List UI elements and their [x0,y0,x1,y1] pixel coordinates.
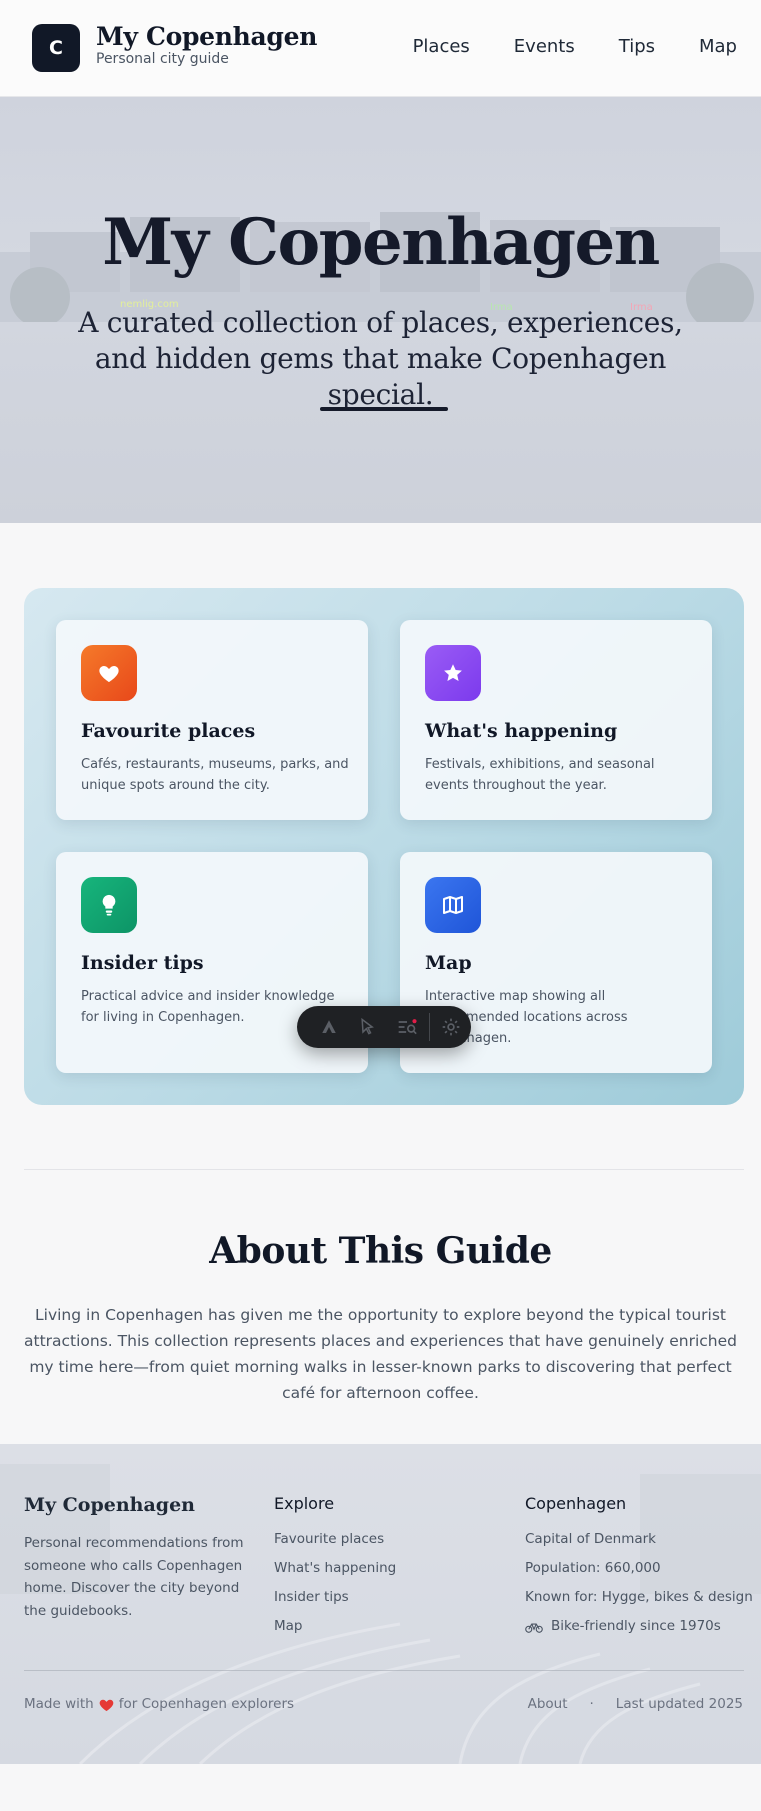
site-title[interactable]: My Copenhagen [96,22,317,51]
site-header: C My Copenhagen Personal city guide Plac… [0,0,761,97]
footer-about-link[interactable]: About [528,1696,568,1712]
nav-places[interactable]: Places [413,36,470,57]
nav-events[interactable]: Events [514,36,575,57]
footer-description: Personal recommendations from someone wh… [24,1535,244,1619]
footer-brand: My Copenhagen [24,1494,195,1516]
map-icon [425,877,481,933]
heart-icon [81,645,137,701]
footer-link-whats-happening[interactable]: What's happening [274,1554,396,1583]
feature-card-whats-happening[interactable]: What's happening Festivals, exhibitions,… [400,620,712,820]
footer-divider [24,1670,744,1671]
made-with-suffix: for Copenhagen explorers [118,1696,295,1712]
footer-city-heading: Copenhagen [525,1494,627,1513]
section-divider [24,1169,744,1170]
footer-link-map[interactable]: Map [274,1612,396,1641]
footer-explore-column: Explore Favourite places What's happenin… [274,1494,396,1641]
star-icon [425,645,481,701]
site-footer: My Copenhagen Personal recommendations f… [0,1444,761,1764]
floating-toolbar [297,1006,471,1048]
about-text: Living in Copenhagen has given me the op… [24,1306,737,1402]
list-search-icon[interactable] [388,1011,427,1043]
feature-title: Insider tips [81,952,204,974]
feature-description: Cafés, restaurants, museums, parks, and … [81,757,349,793]
footer-city-fact: Known for: Hygge, bikes & design [525,1589,753,1605]
logo-icon[interactable] [309,1011,348,1043]
site-subtitle: Personal city guide [96,51,229,67]
logo-badge[interactable]: C [32,24,80,72]
lightbulb-icon [81,877,137,933]
cursor-select-icon[interactable] [348,1011,387,1043]
feature-title: What's happening [425,720,618,742]
hero-divider [320,407,448,411]
footer-brand-column: My Copenhagen Personal recommendations f… [24,1494,244,1622]
feature-title: Map [425,952,472,974]
footer-city-column: Copenhagen Capital of Denmark Population… [525,1494,753,1641]
footer-meta: About · Last updated 2025 [528,1696,743,1712]
footer-made-with: Made with for Copenhagen explorers [24,1696,294,1712]
hero-subtitle: A curated collection of places, experien… [78,306,683,411]
footer-city-fact-text: Bike-friendly since 1970s [551,1618,721,1634]
bicycle-icon [525,1621,543,1633]
footer-city-fact: Population: 660,000 [525,1560,661,1576]
footer-separator: · [589,1696,594,1712]
hero-section: nemlig.com Irma Irma My Copenhagen A cur… [0,97,761,523]
main-nav: Places Events Tips Map [369,36,737,57]
hero-title: My Copenhagen [102,205,660,280]
nav-tips[interactable]: Tips [619,36,655,57]
footer-city-fact-bike: Bike-friendly since 1970s [525,1612,753,1641]
footer-city-fact: Capital of Denmark [525,1531,656,1547]
toolbar-separator [428,1013,430,1041]
footer-explore-heading: Explore [274,1494,335,1513]
feature-description: Festivals, exhibitions, and seasonal eve… [425,757,655,793]
feature-title: Favourite places [81,720,256,742]
nav-map[interactable]: Map [699,36,737,57]
feature-card-favourite-places[interactable]: Favourite places Cafés, restaurants, mus… [56,620,368,820]
heart-icon [98,1696,115,1712]
about-title: About This Guide [209,1230,552,1272]
footer-link-favourite-places[interactable]: Favourite places [274,1525,396,1554]
settings-icon[interactable] [432,1011,471,1043]
footer-last-updated: Last updated 2025 [615,1696,743,1712]
made-with-prefix: Made with [24,1696,94,1712]
footer-link-insider-tips[interactable]: Insider tips [274,1583,396,1612]
